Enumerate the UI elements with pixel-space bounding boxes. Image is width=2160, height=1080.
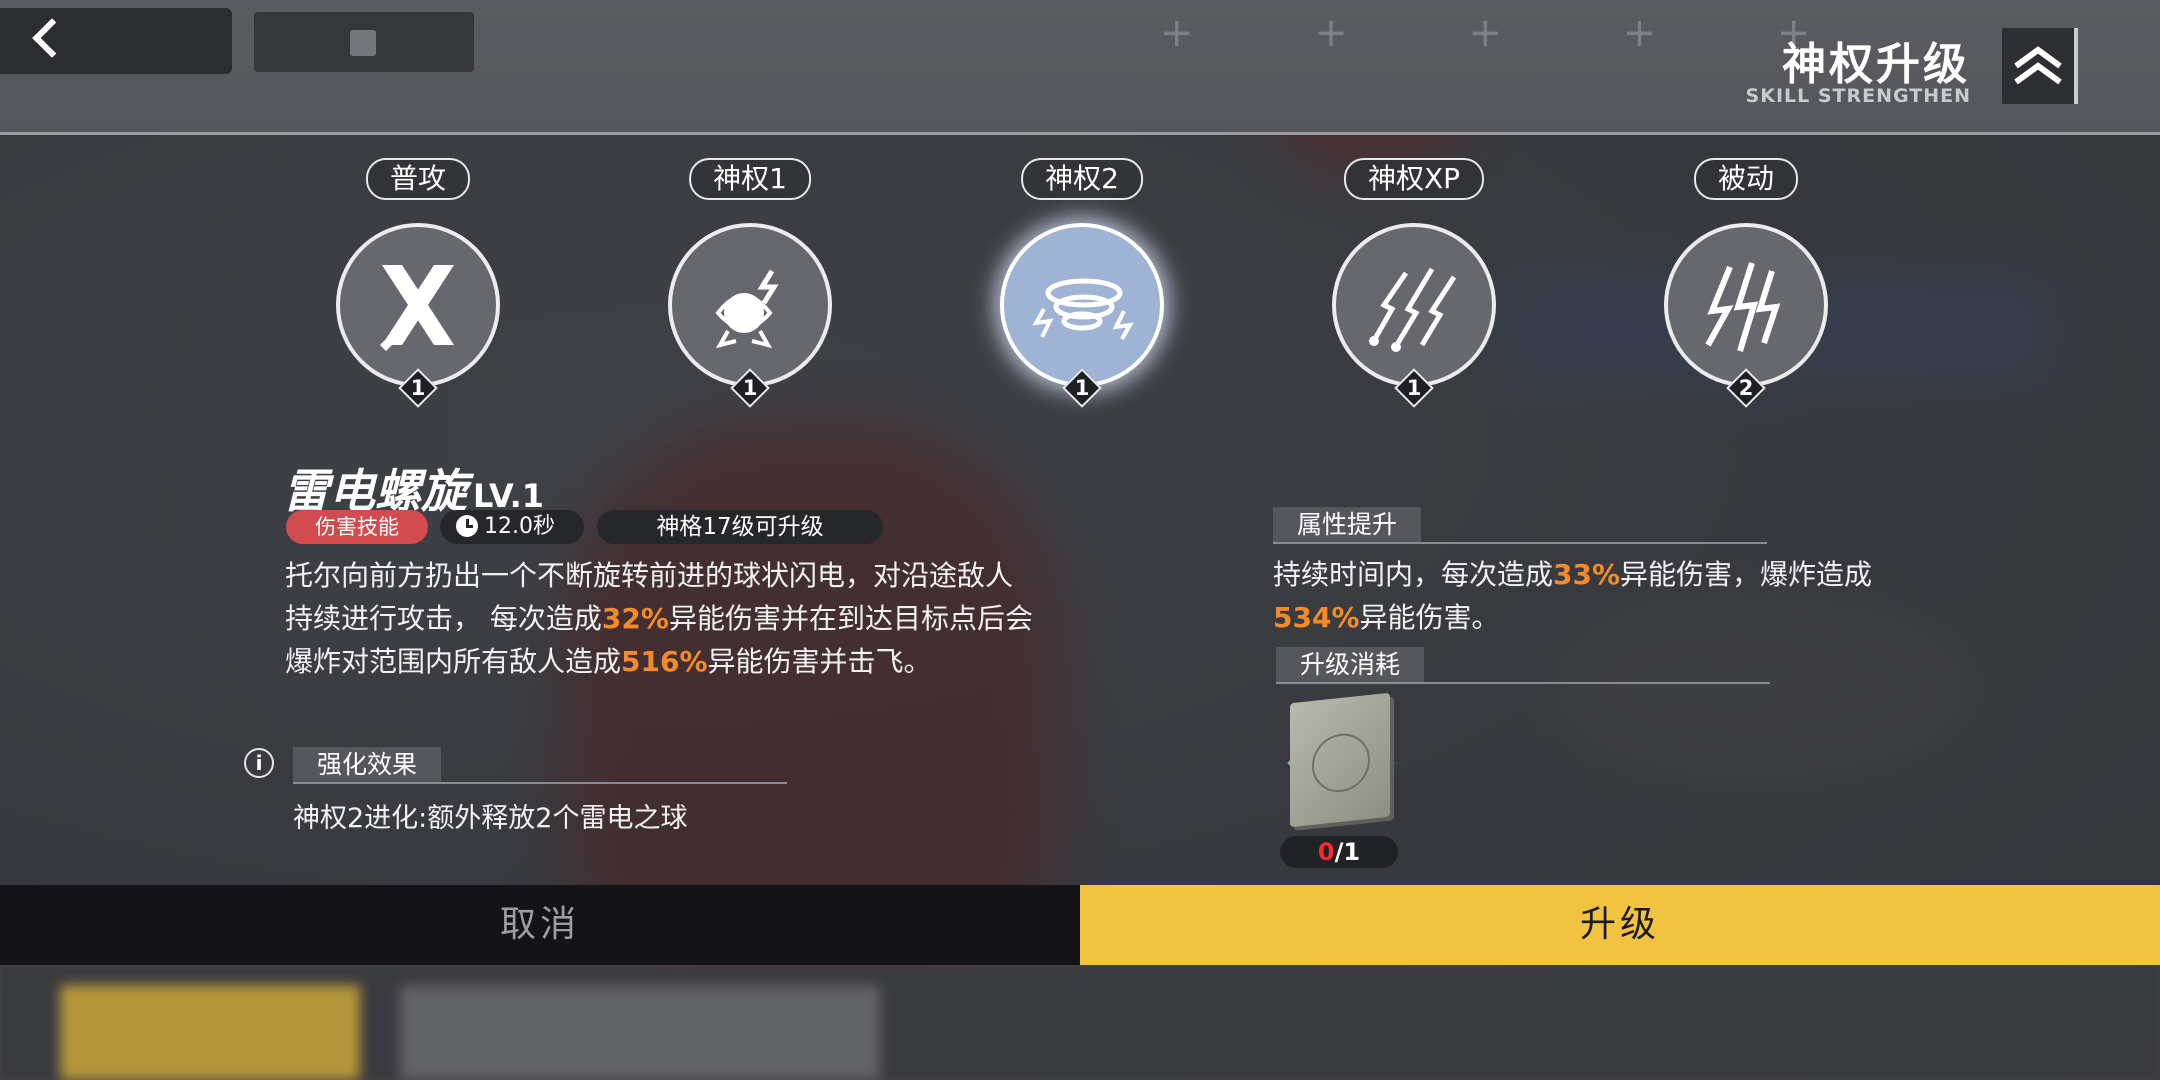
attribute-section-title: 属性提升: [1273, 507, 1422, 543]
section-divider: [1273, 542, 1767, 544]
back-chevron-icon: [32, 18, 72, 58]
cost-section-title: 升级消耗: [1276, 647, 1425, 683]
section-divider: [1276, 682, 1770, 684]
skill-book-icon[interactable]: [1276, 690, 1406, 840]
skill-tab-label: 普攻: [365, 158, 471, 200]
lightning-vortex-icon: [1000, 223, 1164, 387]
skill-tab-divine-xp[interactable]: 神权XP 1: [1324, 158, 1504, 418]
enhance-effect-text: 神权2进化:额外释放2个雷电之球: [293, 803, 688, 834]
skill-tab-label: 神权1: [689, 158, 811, 200]
skill-tab-divine-1[interactable]: 神权1 1: [660, 158, 840, 418]
skill-level-badge: 1: [730, 368, 770, 408]
skill-tab-label: 神权XP: [1343, 158, 1485, 200]
skill-type-badge: 伤害技能: [286, 510, 428, 544]
skill-tab-passive[interactable]: 被动 2: [1656, 158, 1836, 418]
skill-tab-label: 被动: [1693, 158, 1799, 200]
page-title: 神权升级: [1782, 39, 1970, 90]
lightning-orb-icon: [668, 223, 832, 387]
skill-tab-divine-2[interactable]: 神权2 1: [992, 158, 1172, 418]
attribute-improvement-text: 持续时间内，每次造成33%异能伤害，爆炸造成 534%异能伤害。: [1273, 558, 1873, 634]
skill-description: 托尔向前方扔出一个不断旋转前进的球状闪电，对沿途敌人 持续进行攻击， 每次造成3…: [285, 559, 1033, 678]
skill-level-badge: 1: [398, 368, 438, 408]
page-subtitle: SKILL STRENGTHEN: [1745, 85, 1971, 107]
lightning-bolts-icon: [1664, 223, 1828, 387]
back-button[interactable]: [0, 8, 232, 74]
skill-level-badge: 1: [1394, 368, 1434, 408]
upgrade-requirement-badge: 神格17级可升级: [597, 510, 883, 544]
clock-icon: [456, 515, 478, 537]
decorative-crosses: + + + + +: [1160, 10, 1865, 56]
double-chevron-up-icon: [2002, 28, 2078, 104]
cancel-button[interactable]: 取消: [0, 885, 1080, 965]
upgrade-button[interactable]: 升级: [1080, 885, 2160, 965]
top-bar: + + + + + 神权升级 SKILL STRENGTHEN: [0, 0, 2160, 135]
skill-level-badge: 1: [1062, 368, 1102, 408]
section-divider: [293, 782, 787, 784]
cooldown-badge: 12.0秒: [440, 510, 584, 544]
home-icon: [350, 30, 376, 56]
crossed-blades-icon: [336, 223, 500, 387]
lightning-claws-icon: [1332, 223, 1496, 387]
skill-tab-normal-attack[interactable]: 普攻 1: [328, 158, 508, 418]
skill-level-badge: 2: [1726, 368, 1766, 408]
cost-count: 0/1: [1280, 836, 1398, 868]
enhance-section-title: 强化效果: [293, 747, 442, 783]
info-icon[interactable]: i: [244, 748, 274, 778]
skill-tab-label: 神权2: [1021, 158, 1143, 200]
home-button[interactable]: [254, 12, 474, 72]
